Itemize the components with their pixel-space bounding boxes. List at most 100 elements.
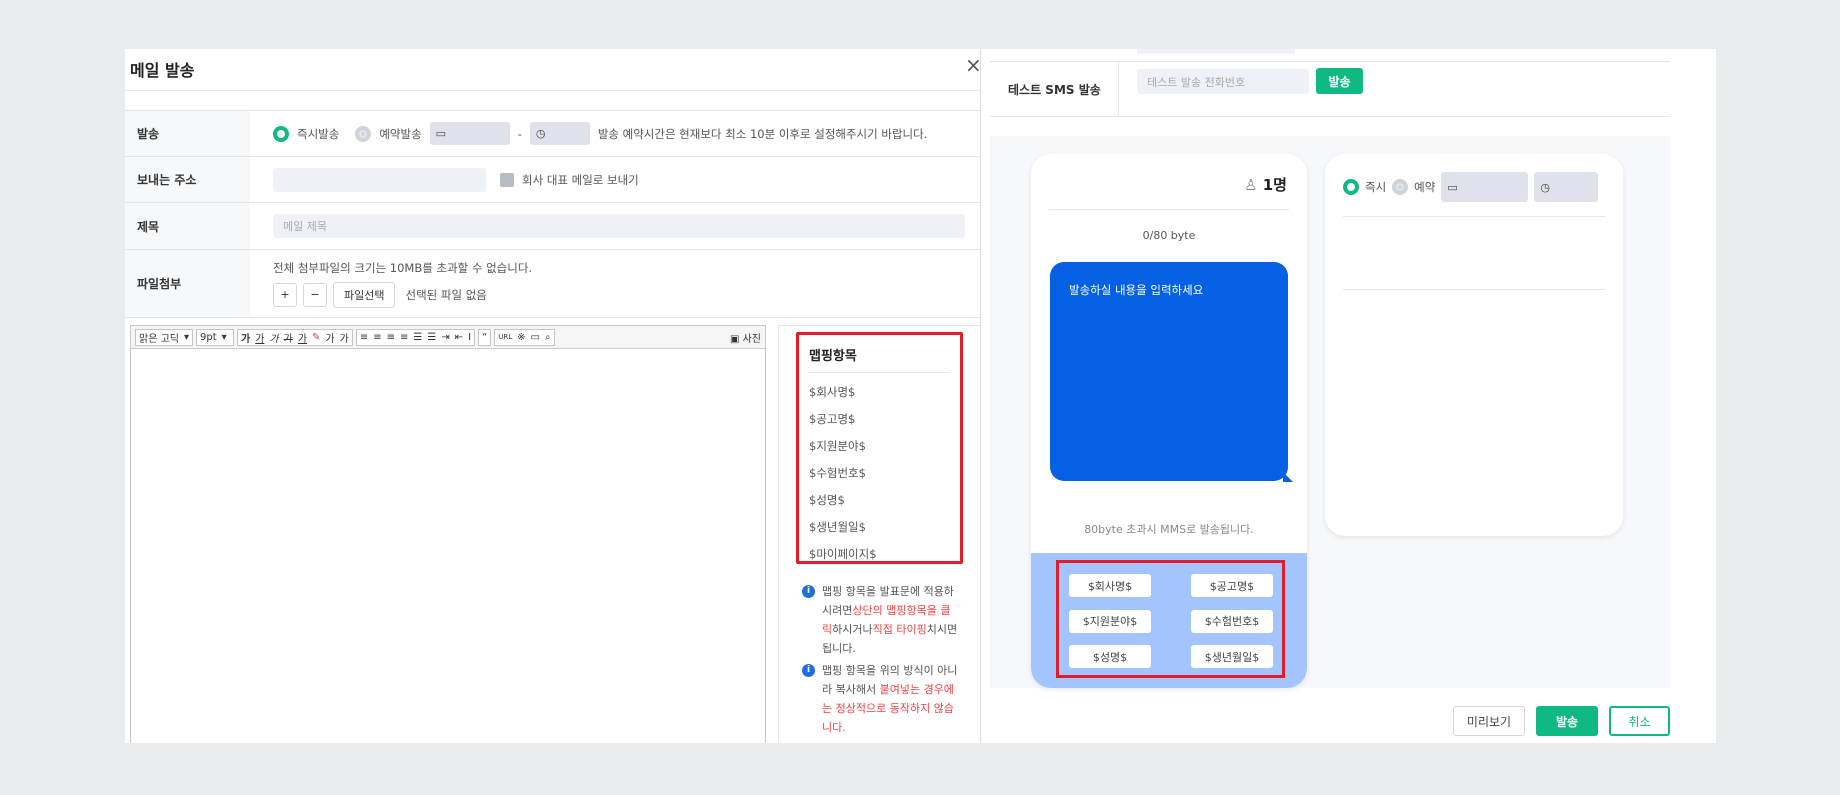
- dash: -: [517, 126, 522, 141]
- sms-immediate-label: 즉시: [1365, 180, 1387, 194]
- attach-label: 파일첨부: [125, 250, 250, 317]
- sms-mapping-chip[interactable]: $회사명$: [1069, 574, 1151, 597]
- superscript-button[interactable]: 가: [325, 330, 334, 345]
- font-color-button[interactable]: 가: [298, 330, 307, 345]
- calendar-icon: ▭: [435, 127, 447, 140]
- align-left-icon[interactable]: ≡: [360, 332, 368, 343]
- mapping-item[interactable]: $생년월일$: [809, 514, 950, 541]
- person-icon: ♙: [1244, 176, 1258, 194]
- font-select[interactable]: 맑은 고딕 ▾: [135, 328, 194, 346]
- calendar-icon: ▭: [1447, 180, 1458, 194]
- subject-input[interactable]: 메일 제목: [273, 214, 965, 238]
- sms-immediate-radio[interactable]: [1343, 179, 1359, 195]
- attach-hint: 전체 첨부파일의 크기는 10MB를 초과할 수 없습니다.: [273, 260, 533, 275]
- subject-row: 제목 메일 제목: [125, 203, 980, 250]
- close-icon[interactable]: ×: [965, 53, 980, 77]
- attach-row: 파일첨부 전체 첨부파일의 크기는 10MB를 초과할 수 없습니다. + − …: [125, 250, 980, 318]
- subject-label: 제목: [125, 203, 250, 249]
- line-height-icon[interactable]: I: [468, 332, 471, 343]
- outdent-icon[interactable]: ⇤: [455, 332, 463, 343]
- editor-body[interactable]: [131, 349, 765, 739]
- indent-icon[interactable]: ⇥: [441, 332, 449, 343]
- clock-icon: ◷: [1540, 180, 1550, 194]
- sms-mapping-chip[interactable]: $성명$: [1069, 645, 1151, 668]
- immediate-label: 즉시발송: [297, 126, 340, 141]
- mapping-item[interactable]: $마이페이지$: [809, 541, 950, 568]
- mapping-item[interactable]: $수험번호$: [809, 460, 950, 487]
- mms-notice: 80byte 초과시 MMS로 발송됩니다.: [1084, 523, 1254, 536]
- subscript-button[interactable]: 가: [340, 330, 349, 345]
- sms-compose-area: ♙ 1명 0/80 byte 발송하실 내용을 입력하세요 80byte 초과시…: [990, 136, 1670, 688]
- from-row: 보내는 주소 회사 대표 메일로 보내기: [125, 157, 980, 203]
- ordered-list-icon[interactable]: ☰: [413, 332, 422, 343]
- editor-toolbar: 맑은 고딕 ▾ 9pt ▾ 가 가 가 가 가 ✎ 가 가 ≡ ≡ ≡ ≡ ☰ ☰ ⇥ ⇤ I “ …: [131, 326, 765, 349]
- align-right-icon[interactable]: ≡: [387, 332, 395, 343]
- special-char-icon[interactable]: ※: [517, 332, 525, 343]
- sms-scheduled-label: 예약: [1414, 180, 1436, 194]
- mapping-item[interactable]: $지원분야$: [809, 433, 950, 460]
- dialog-title: 메일 발송: [130, 61, 195, 80]
- rich-text-editor: 맑은 고딕 ▾ 9pt ▾ 가 가 가 가 가 ✎ 가 가 ≡ ≡ ≡ ≡ ☰ ☰ ⇥ ⇤ I “ …: [130, 325, 766, 743]
- test-phone-input[interactable]: 테스트 발송 전화번호: [1137, 69, 1309, 94]
- mapping-item[interactable]: $공고명$: [809, 406, 950, 433]
- mapping-item[interactable]: $성명$: [809, 487, 950, 514]
- size-select[interactable]: 9pt ▾: [196, 328, 235, 346]
- info-icon: i: [802, 664, 815, 677]
- immediate-radio[interactable]: [273, 125, 289, 142]
- mapping-item[interactable]: $회사명$: [809, 379, 950, 406]
- form-table: 발송 즉시발송 예약발송 ▭ - ◷ 발송 예약시간은 현재보다 최소 10분 …: [125, 110, 980, 318]
- sms-mapping-chip[interactable]: $수험번호$: [1191, 609, 1273, 633]
- table-icon[interactable]: ▭: [531, 332, 540, 343]
- choose-file-button[interactable]: 파일선택: [333, 281, 396, 308]
- company-mail-checkbox[interactable]: [500, 172, 514, 187]
- add-file-button[interactable]: +: [273, 282, 297, 307]
- file-status: 선택된 파일 없음: [405, 287, 487, 302]
- send-hint: 발송 예약시간은 현재보다 최소 10분 이후로 설정해주시기 바랍니다.: [597, 126, 928, 141]
- bullet-list-icon[interactable]: ☰: [427, 332, 436, 343]
- from-address-input[interactable]: [273, 167, 486, 192]
- sms-phone-card: ♙ 1명 0/80 byte 발송하실 내용을 입력하세요 80byte 초과시…: [1031, 154, 1307, 688]
- sms-time-input[interactable]: ◷: [1534, 172, 1599, 202]
- remove-file-button[interactable]: −: [303, 282, 327, 307]
- divider: [125, 90, 980, 91]
- sms-mapping-chip[interactable]: $공고명$: [1191, 574, 1273, 597]
- underline-button[interactable]: 가: [255, 330, 264, 345]
- from-label: 보내는 주소: [125, 157, 250, 202]
- sms-panel: 테스트 SMS 발송 테스트 발송 전화번호 발송 ♙ 1명 0/80 byte…: [980, 49, 1716, 743]
- sms-mapping-chip[interactable]: $지원분야$: [1069, 609, 1151, 633]
- quote-button[interactable]: “: [482, 332, 487, 343]
- info-icon: i: [802, 585, 815, 598]
- scheduled-radio[interactable]: [355, 125, 372, 142]
- company-mail-label: 회사 대표 메일로 보내기: [522, 172, 639, 187]
- cancel-button[interactable]: 취소: [1609, 706, 1670, 736]
- italic-button[interactable]: 가: [269, 330, 278, 345]
- test-send-button[interactable]: 발송: [1316, 68, 1363, 94]
- clock-icon: ◷: [535, 127, 546, 140]
- find-icon[interactable]: ⌕: [545, 332, 551, 343]
- mapping-title: 맵핑항목: [809, 345, 950, 373]
- sms-mapping-area: $회사명$ $공고명$ $지원분야$ $수험번호$ $성명$ $생년월일$: [1031, 553, 1307, 688]
- time-input[interactable]: ◷: [529, 122, 590, 145]
- align-center-icon[interactable]: ≡: [373, 332, 381, 343]
- photo-button[interactable]: ▣ 사진: [730, 330, 761, 345]
- send-label: 발송: [125, 111, 250, 156]
- bold-button[interactable]: 가: [241, 330, 250, 345]
- preview-button[interactable]: 미리보기: [1453, 706, 1525, 736]
- bubble-tail: [1283, 472, 1293, 482]
- message-input[interactable]: 발송하실 내용을 입력하세요: [1050, 262, 1288, 481]
- strike-button[interactable]: 가: [284, 330, 293, 345]
- sms-date-input[interactable]: ▭: [1441, 172, 1529, 202]
- recipient-count: ♙ 1명: [1244, 176, 1287, 194]
- send-button[interactable]: 발송: [1536, 706, 1598, 736]
- byte-count: 0/80 byte: [1142, 229, 1196, 242]
- mail-send-dialog: 메일 발송 × 발송 즉시발송 예약발송 ▭ - ◷ 발송 예약시간은 현재보다…: [125, 49, 980, 743]
- justify-icon[interactable]: ≡: [400, 332, 408, 343]
- sms-mapping-chip[interactable]: $생년월일$: [1191, 645, 1273, 668]
- partial-input[interactable]: [1137, 49, 1295, 54]
- highlight-icon[interactable]: ✎: [312, 332, 320, 343]
- mapping-note-2: i 맵핑 항목을 위의 방식이 아니라 복사해서 붙여넣는 경우에는 정상적으로…: [800, 661, 960, 737]
- url-button[interactable]: URL: [498, 333, 512, 341]
- date-input[interactable]: ▭: [429, 122, 510, 145]
- sms-scheduled-radio[interactable]: [1392, 179, 1409, 195]
- send-row: 발송 즉시발송 예약발송 ▭ - ◷ 발송 예약시간은 현재보다 최소 10분 …: [125, 111, 980, 157]
